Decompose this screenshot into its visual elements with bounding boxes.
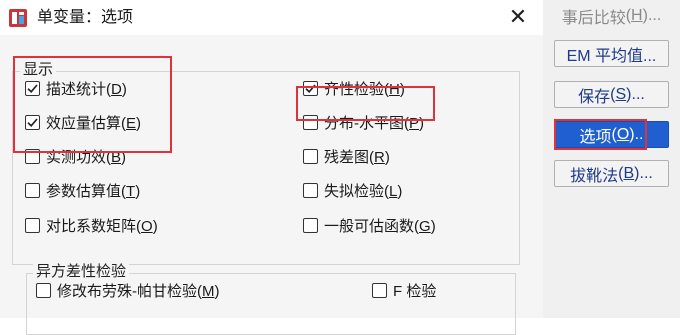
option-label: 对比系数矩阵(O): [46, 217, 158, 235]
side-button-2[interactable]: 保存(S)...: [554, 81, 669, 108]
option-label: F 检验: [393, 282, 437, 300]
option-right-2[interactable]: 残差图(R): [303, 144, 390, 168]
option-right-1[interactable]: 分布-水平图(P): [303, 110, 424, 134]
option-left-3[interactable]: 参数估算值(T): [25, 178, 140, 202]
option-right-0[interactable]: 齐性检验(H): [303, 76, 405, 100]
option-label: 修改布劳殊-帕甘检验(M): [57, 282, 220, 300]
checkbox-unchecked[interactable]: [303, 114, 318, 130]
checkbox-checked[interactable]: [303, 80, 318, 96]
checkbox-unchecked[interactable]: [372, 282, 387, 298]
dialog-body: 显示 异方差性检验 描述统计(D) 效应量估算(E) 实测功效(B) 参数估算值(T)…: [0, 35, 543, 335]
option-label: 残差图(R): [324, 148, 390, 166]
option-left-1[interactable]: 效应量估算(E): [25, 110, 141, 134]
option-label: 描述统计(D): [46, 80, 127, 98]
option-hetero-0[interactable]: 修改布劳殊-帕甘检验(M): [36, 278, 220, 302]
option-label: 参数估算值(T): [46, 182, 141, 200]
checkbox-unchecked[interactable]: [25, 148, 40, 164]
checkbox-unchecked[interactable]: [36, 282, 51, 298]
title-bar: 单变量：选项 ✕: [0, 0, 543, 35]
option-right-4[interactable]: 一般可估函数(G): [303, 213, 436, 237]
checkbox-unchecked[interactable]: [25, 217, 40, 233]
checkbox-unchecked[interactable]: [303, 148, 318, 164]
univariate-options-dialog: 单变量：选项 ✕ 显示 异方差性检验 描述统计(D) 效应量估算(E) 实测功效(B…: [0, 0, 543, 335]
checkbox-checked[interactable]: [25, 114, 40, 130]
checkbox-unchecked[interactable]: [303, 182, 318, 198]
side-button-3[interactable]: 选项(O)..: [554, 121, 669, 148]
option-label: 一般可估函数(G): [324, 217, 436, 235]
option-label: 失拟检验(L): [324, 182, 403, 200]
option-label: 齐性检验(H): [324, 80, 405, 98]
option-left-0[interactable]: 描述统计(D): [25, 76, 127, 100]
checkbox-checked[interactable]: [25, 80, 40, 96]
option-label: 效应量估算(E): [46, 114, 142, 132]
checkbox-unchecked[interactable]: [303, 217, 318, 233]
checkbox-unchecked[interactable]: [25, 182, 40, 198]
option-hetero-1[interactable]: F 检验: [372, 278, 436, 302]
side-button-1[interactable]: EM 平均值...: [554, 40, 669, 67]
option-left-2[interactable]: 实测功效(B): [25, 144, 126, 168]
window-title: 单变量：选项: [37, 9, 134, 26]
option-label: 实测功效(B): [46, 148, 127, 166]
option-label: 分布-水平图(P): [324, 114, 425, 132]
side-button-0[interactable]: 事后比较(H)...: [554, 2, 669, 29]
option-right-3[interactable]: 失拟检验(L): [303, 178, 402, 202]
side-button-panel: 事后比较(H)... EM 平均值... 保存(S)... 选项(O).. 拔靴法(B)…: [543, 0, 680, 318]
side-button-4[interactable]: 拔靴法(B)...: [554, 160, 669, 187]
app-icon: [9, 9, 27, 27]
close-button[interactable]: ✕: [502, 2, 534, 32]
option-left-4[interactable]: 对比系数矩阵(O): [25, 213, 158, 237]
